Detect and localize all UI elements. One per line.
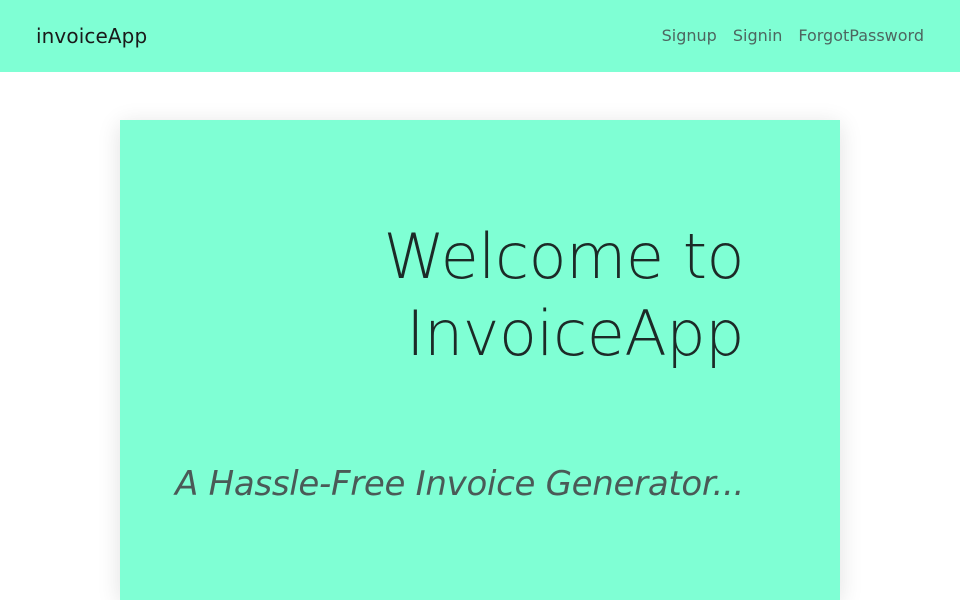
hero-title-line2: InvoiceApp: [406, 297, 744, 370]
top-navbar: invoiceApp Signup Signin ForgotPassword: [0, 0, 960, 72]
brand-logo-link[interactable]: invoiceApp: [36, 22, 147, 50]
hero-title: Welcome to InvoiceApp: [184, 218, 744, 372]
hero-panel: Welcome to InvoiceApp A Hassle-Free Invo…: [120, 120, 840, 600]
nav-link-forgot-password[interactable]: ForgotPassword: [798, 24, 924, 48]
nav-links: Signup Signin ForgotPassword: [662, 24, 924, 48]
nav-link-signup[interactable]: Signup: [662, 24, 717, 48]
nav-link-signin[interactable]: Signin: [733, 24, 782, 48]
hero-title-line1: Welcome to: [383, 220, 744, 293]
hero-tagline: A Hassle-Free Invoice Generator...: [175, 464, 744, 504]
